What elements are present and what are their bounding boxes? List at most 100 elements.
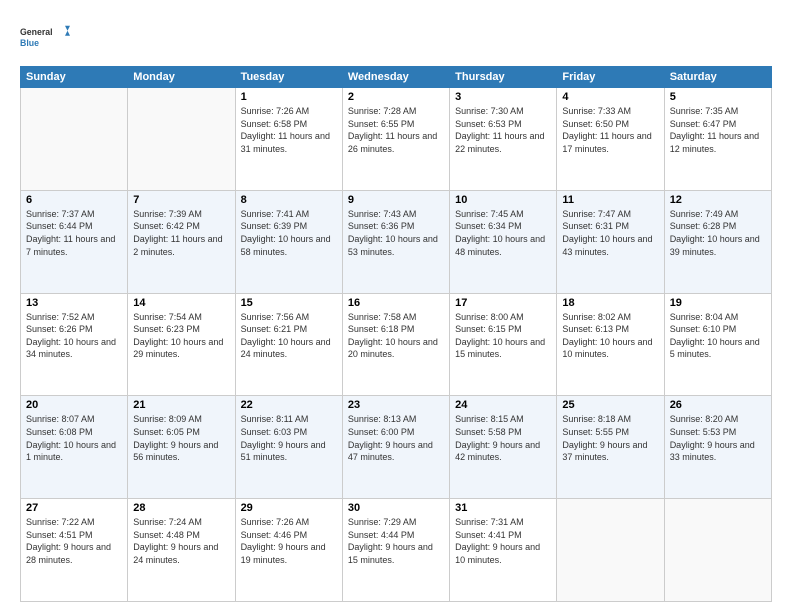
calendar-cell: 21 Sunrise: 8:09 AMSunset: 6:05 PMDayligh… [128,396,235,499]
day-number: 16 [348,297,444,309]
calendar-cell: 2 Sunrise: 7:28 AMSunset: 6:55 PMDaylight… [342,88,449,191]
calendar-cell: 20 Sunrise: 8:07 AMSunset: 6:08 PMDayligh… [21,396,128,499]
day-info: Sunrise: 7:22 AMSunset: 4:51 PMDaylight:… [26,516,122,566]
day-info: Sunrise: 7:30 AMSunset: 6:53 PMDaylight:… [455,105,551,155]
day-info: Sunrise: 8:00 AMSunset: 6:15 PMDaylight:… [455,311,551,361]
calendar-cell: 5Sunrise: 7:35 AMSunset: 6:47 PMDaylight… [664,88,771,191]
day-info: Sunrise: 7:41 AMSunset: 6:39 PMDaylight:… [241,208,337,258]
svg-text:Blue: Blue [20,38,39,48]
calendar-cell: 28Sunrise: 7:24 AMSunset: 4:48 PMDayligh… [128,499,235,602]
calendar-cell: 8 Sunrise: 7:41 AMSunset: 6:39 PMDaylight… [235,190,342,293]
calendar-weekday-header: Wednesday [342,67,449,88]
calendar-cell: 25 Sunrise: 8:18 AMSunset: 5:55 PMDayligh… [557,396,664,499]
day-number: 21 [133,399,229,411]
calendar-cell: 29Sunrise: 7:26 AMSunset: 4:46 PMDayligh… [235,499,342,602]
day-info: Sunrise: 7:26 AMSunset: 6:58 PMDaylight:… [241,105,337,155]
generalblue-logo-icon: General Blue [20,18,70,56]
header: General Blue [20,18,772,56]
calendar-cell: 10 Sunrise: 7:45 AMSunset: 6:34 PMDayligh… [450,190,557,293]
calendar-week-row: 6 Sunrise: 7:37 AMSunset: 6:44 PMDaylight… [21,190,772,293]
day-number: 27 [26,502,122,514]
day-info: Sunrise: 7:26 AMSunset: 4:46 PMDaylight:… [241,516,337,566]
day-number: 6 [26,194,122,206]
calendar-cell [21,88,128,191]
day-info: Sunrise: 7:31 AMSunset: 4:41 PMDaylight:… [455,516,551,566]
calendar-cell: 27 Sunrise: 7:22 AMSunset: 4:51 PMDayligh… [21,499,128,602]
day-number: 10 [455,194,551,206]
calendar-cell [664,499,771,602]
day-number: 11 [562,194,658,206]
svg-text:General: General [20,27,53,37]
day-info: Sunrise: 8:04 AMSunset: 6:10 PMDaylight:… [670,311,766,361]
calendar-cell: 16 Sunrise: 7:58 AMSunset: 6:18 PMDayligh… [342,293,449,396]
calendar-header-row: SundayMondayTuesdayWednesdayThursdayFrid… [21,67,772,88]
day-number: 15 [241,297,337,309]
calendar-cell: 7 Sunrise: 7:39 AMSunset: 6:42 PMDaylight… [128,190,235,293]
day-number: 5 [670,91,766,103]
day-info: Sunrise: 7:54 AMSunset: 6:23 PMDaylight:… [133,311,229,361]
day-number: 13 [26,297,122,309]
day-number: 26 [670,399,766,411]
day-number: 20 [26,399,122,411]
calendar-cell: 6 Sunrise: 7:37 AMSunset: 6:44 PMDaylight… [21,190,128,293]
day-number: 31 [455,502,551,514]
day-info: Sunrise: 8:13 AMSunset: 6:00 PMDaylight:… [348,413,444,463]
day-number: 8 [241,194,337,206]
calendar-cell: 23 Sunrise: 8:13 AMSunset: 6:00 PMDayligh… [342,396,449,499]
calendar-cell: 11Sunrise: 7:47 AMSunset: 6:31 PMDayligh… [557,190,664,293]
day-number: 19 [670,297,766,309]
page: General Blue SundayMondayTuesdayWednesda… [0,0,792,612]
calendar-cell: 4 Sunrise: 7:33 AMSunset: 6:50 PMDaylight… [557,88,664,191]
calendar-week-row: 20 Sunrise: 8:07 AMSunset: 6:08 PMDayligh… [21,396,772,499]
day-info: Sunrise: 7:56 AMSunset: 6:21 PMDaylight:… [241,311,337,361]
calendar-weekday-header: Thursday [450,67,557,88]
day-info: Sunrise: 7:45 AMSunset: 6:34 PMDaylight:… [455,208,551,258]
calendar-cell: 1 Sunrise: 7:26 AMSunset: 6:58 PMDaylight… [235,88,342,191]
calendar-cell [128,88,235,191]
day-number: 1 [241,91,337,103]
day-number: 28 [133,502,229,514]
day-info: Sunrise: 8:09 AMSunset: 6:05 PMDaylight:… [133,413,229,463]
day-number: 17 [455,297,551,309]
calendar-cell: 31 Sunrise: 7:31 AMSunset: 4:41 PMDayligh… [450,499,557,602]
calendar-weekday-header: Tuesday [235,67,342,88]
day-info: Sunrise: 7:43 AMSunset: 6:36 PMDaylight:… [348,208,444,258]
day-info: Sunrise: 8:20 AMSunset: 5:53 PMDaylight:… [670,413,766,463]
day-number: 18 [562,297,658,309]
day-info: Sunrise: 8:02 AMSunset: 6:13 PMDaylight:… [562,311,658,361]
calendar-weekday-header: Monday [128,67,235,88]
day-info: Sunrise: 8:07 AMSunset: 6:08 PMDaylight:… [26,413,122,463]
calendar-cell: 30Sunrise: 7:29 AMSunset: 4:44 PMDayligh… [342,499,449,602]
day-info: Sunrise: 8:18 AMSunset: 5:55 PMDaylight:… [562,413,658,463]
day-info: Sunrise: 7:58 AMSunset: 6:18 PMDaylight:… [348,311,444,361]
calendar-cell: 13Sunrise: 7:52 AMSunset: 6:26 PMDayligh… [21,293,128,396]
day-info: Sunrise: 7:37 AMSunset: 6:44 PMDaylight:… [26,208,122,258]
day-number: 7 [133,194,229,206]
calendar-week-row: 13Sunrise: 7:52 AMSunset: 6:26 PMDayligh… [21,293,772,396]
calendar-cell: 15 Sunrise: 7:56 AMSunset: 6:21 PMDayligh… [235,293,342,396]
day-number: 3 [455,91,551,103]
calendar-cell: 19 Sunrise: 8:04 AMSunset: 6:10 PMDayligh… [664,293,771,396]
calendar-cell: 3 Sunrise: 7:30 AMSunset: 6:53 PMDaylight… [450,88,557,191]
calendar-weekday-header: Sunday [21,67,128,88]
calendar-cell: 9 Sunrise: 7:43 AMSunset: 6:36 PMDaylight… [342,190,449,293]
logo: General Blue [20,18,70,56]
day-info: Sunrise: 7:39 AMSunset: 6:42 PMDaylight:… [133,208,229,258]
calendar-cell: 18 Sunrise: 8:02 AMSunset: 6:13 PMDayligh… [557,293,664,396]
calendar-cell: 17 Sunrise: 8:00 AMSunset: 6:15 PMDayligh… [450,293,557,396]
day-number: 25 [562,399,658,411]
day-info: Sunrise: 7:28 AMSunset: 6:55 PMDaylight:… [348,105,444,155]
day-info: Sunrise: 8:15 AMSunset: 5:58 PMDaylight:… [455,413,551,463]
day-number: 2 [348,91,444,103]
calendar-weekday-header: Saturday [664,67,771,88]
calendar-cell: 14Sunrise: 7:54 AMSunset: 6:23 PMDayligh… [128,293,235,396]
calendar-week-row: 27 Sunrise: 7:22 AMSunset: 4:51 PMDayligh… [21,499,772,602]
calendar-cell: 24Sunrise: 8:15 AMSunset: 5:58 PMDayligh… [450,396,557,499]
day-number: 4 [562,91,658,103]
day-info: Sunrise: 7:33 AMSunset: 6:50 PMDaylight:… [562,105,658,155]
calendar-cell: 12Sunrise: 7:49 AMSunset: 6:28 PMDayligh… [664,190,771,293]
day-number: 23 [348,399,444,411]
day-number: 30 [348,502,444,514]
day-info: Sunrise: 8:11 AMSunset: 6:03 PMDaylight:… [241,413,337,463]
day-number: 9 [348,194,444,206]
